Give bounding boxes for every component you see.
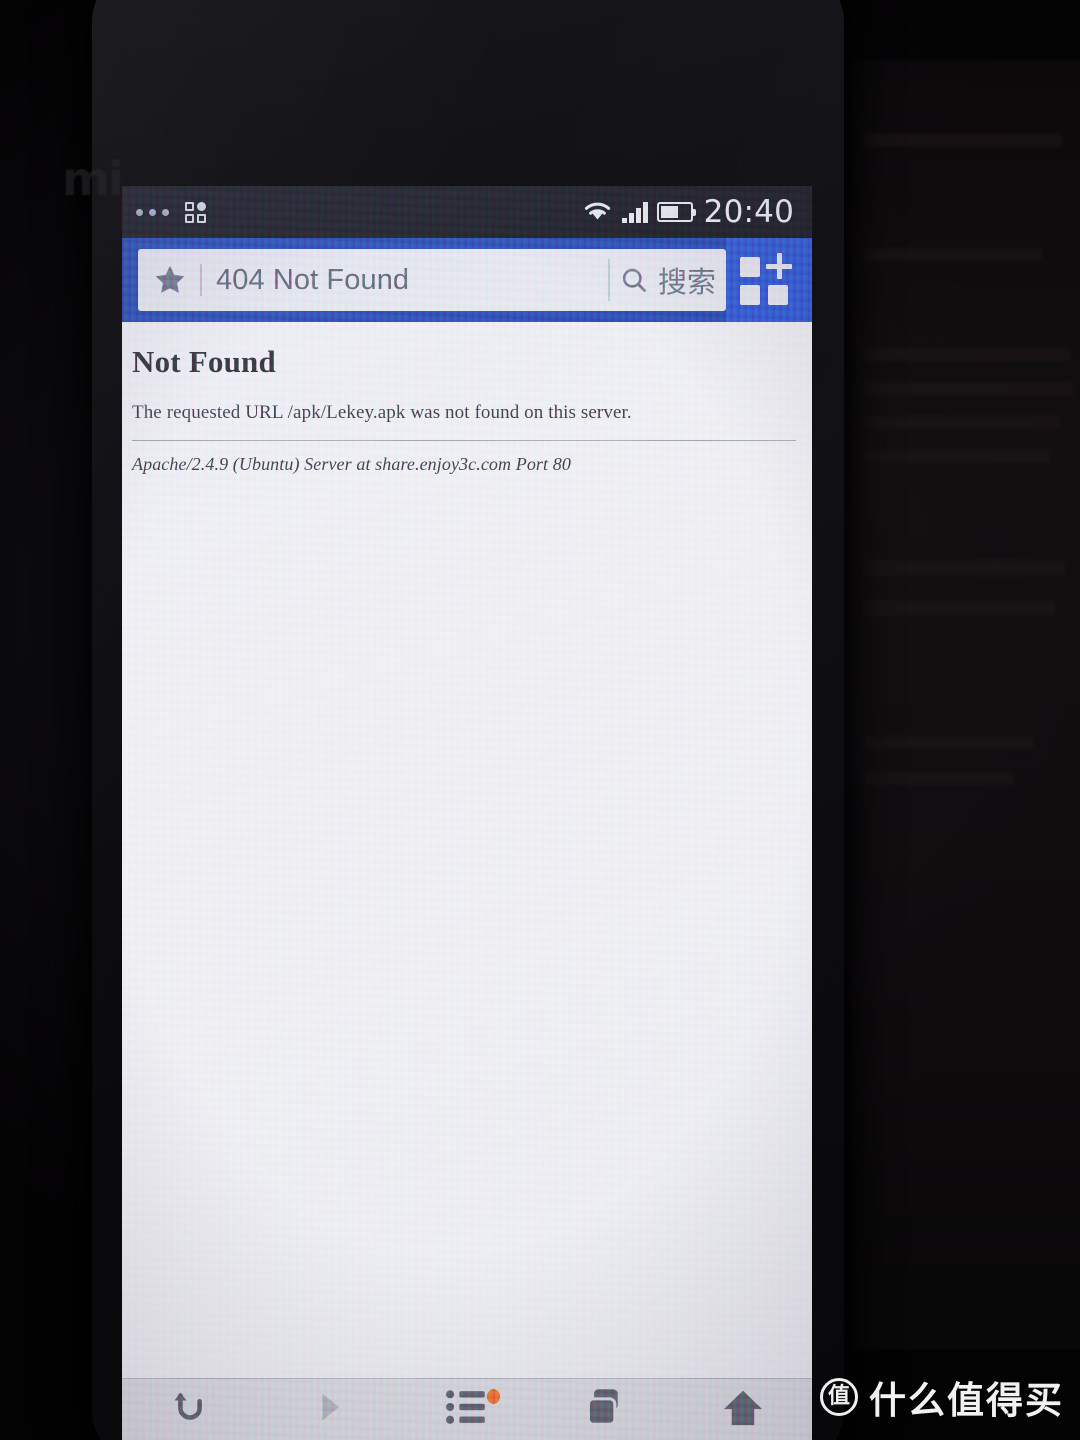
menu-new-badge (486, 1389, 500, 1404)
page-message: The requested URL /apk/Lekey.apk was not… (132, 402, 632, 423)
search-area[interactable]: 搜索 (607, 259, 716, 301)
menu-list-icon (445, 1387, 489, 1432)
battery-icon (656, 202, 696, 222)
address-bar-text[interactable]: 404 Not Found (216, 264, 608, 297)
xiaomi-brand-logo: mi (62, 152, 124, 206)
photograph-of-phone: mi 20:40 404 Not Found 搜索 Not Found The … (0, 0, 1080, 1440)
address-bar[interactable]: 404 Not Found 搜索 (138, 249, 726, 311)
watermark: 值 什么值得买 (820, 1370, 1064, 1424)
watermark-text: 什么值得买 (869, 1379, 1064, 1422)
nav-tabs-button[interactable]: 1 (536, 1379, 674, 1440)
phone-screen: 20:40 404 Not Found 搜索 Not Found The req… (122, 186, 812, 1440)
signal-bars-icon (622, 201, 648, 223)
wifi-icon (582, 198, 613, 227)
back-arrow-icon (168, 1384, 214, 1435)
page-divider (132, 440, 796, 441)
nav-back-button[interactable] (122, 1379, 260, 1440)
browser-toolbar: 404 Not Found 搜索 (122, 238, 812, 322)
new-tab-button[interactable] (726, 238, 812, 322)
search-label: 搜索 (657, 265, 716, 299)
star-icon[interactable] (152, 262, 188, 298)
home-icon (721, 1387, 765, 1432)
tab-count-label: 1 (599, 1403, 613, 1426)
nav-home-button[interactable] (674, 1379, 812, 1440)
server-signature: Apache/2.4.9 (Ubuntu) Server at share.en… (132, 454, 571, 474)
page-title: Not Found (132, 344, 276, 379)
status-bar-clock: 20:40 (703, 194, 794, 230)
smzdm-logo-icon: 值 (820, 1378, 858, 1416)
nav-menu-button[interactable] (398, 1379, 536, 1440)
nav-forward-button[interactable] (260, 1379, 398, 1440)
grid-four-icon (185, 201, 206, 223)
web-page-content: Not Found The requested URL /apk/Lekey.a… (122, 322, 812, 1440)
status-bar: 20:40 (122, 186, 812, 238)
address-bar-divider (200, 264, 202, 296)
browser-bottom-nav: 1 (122, 1378, 812, 1440)
notification-dots-icon (136, 208, 169, 216)
forward-arrow-icon (309, 1387, 349, 1432)
background-paper (852, 60, 1080, 1350)
magnifier-icon (620, 266, 648, 294)
new-tab-grid-plus-icon (736, 249, 802, 311)
